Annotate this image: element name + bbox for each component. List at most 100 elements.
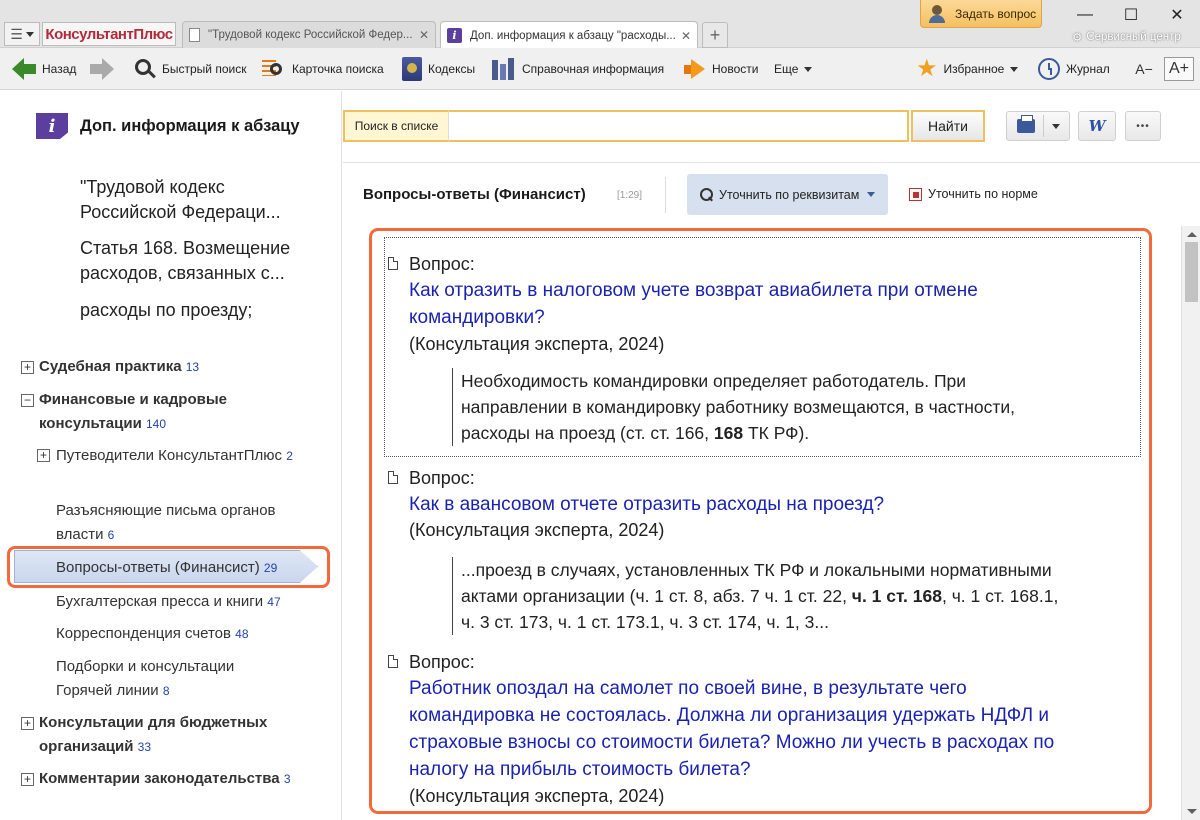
tree-item-account-correspondence[interactable]: Корреспонденция счетов 48: [56, 622, 326, 646]
favorites-button[interactable]: ★ Избранное: [916, 55, 1019, 82]
source-paragraph-link[interactable]: расходы по проезду;: [80, 298, 320, 323]
tree-item-financial-consultations[interactable]: Финансовые и кадровые консультации 140: [39, 388, 289, 436]
journal-button[interactable]: Журнал: [1038, 56, 1110, 82]
results-header: Вопросы-ответы (Финансист) [1:29] Уточни…: [343, 163, 1200, 227]
question-link[interactable]: Как отразить в налоговом учете возврат а…: [409, 277, 1089, 331]
document-icon: [189, 28, 200, 42]
tree-item-qa-financier[interactable]: Вопросы-ответы (Финансист) 29: [56, 556, 326, 580]
search-card-label: Карточка поиска: [292, 62, 384, 76]
norm-icon: [909, 187, 922, 201]
codex-book-icon: [402, 57, 422, 81]
tree-item-law-comments[interactable]: Комментарии законодательства 3: [39, 767, 339, 791]
source-document-link[interactable]: "Трудовой кодекс Российской Федераци...: [80, 175, 320, 225]
close-tab-icon[interactable]: ✕: [419, 28, 429, 42]
books-icon: [492, 58, 516, 80]
tree-item-count: 8: [162, 684, 170, 698]
news-button[interactable]: Новости: [682, 56, 758, 82]
info-icon: i: [36, 113, 68, 139]
find-button[interactable]: Найти: [911, 110, 985, 142]
reference-info-button[interactable]: Справочная информация: [492, 56, 664, 82]
expand-icon[interactable]: +: [21, 773, 34, 786]
back-button[interactable]: Назад: [12, 56, 76, 82]
codexes-label: Кодексы: [428, 62, 476, 76]
export-word-button[interactable]: W: [1078, 111, 1116, 141]
tree-item-label: Корреспонденция счетов: [56, 625, 231, 642]
refine-by-norm-link[interactable]: Уточнить по норме: [909, 187, 1038, 201]
tree-item-count: 47: [267, 595, 281, 609]
tree-item-label: Консультации для бюджетных организаций: [39, 714, 268, 755]
tree-item-count: 13: [185, 360, 200, 374]
more-menu-button[interactable]: Еще: [774, 56, 813, 82]
chevron-down-icon: [1051, 123, 1060, 129]
tab-additional-info[interactable]: i Доп. информация к абзацу "расходы... ✕: [440, 21, 698, 49]
question-label: Вопрос:: [409, 468, 475, 488]
header-divider: [665, 177, 666, 213]
tree-item-budget-consultations[interactable]: Консультации для бюджетных организаций 3…: [39, 711, 309, 759]
tab-label: "Трудовой кодекс Российской Федер...: [208, 29, 413, 41]
collapse-icon[interactable]: −: [21, 394, 34, 407]
expand-icon[interactable]: +: [21, 717, 34, 730]
tree-item-hotline[interactable]: Подборки и консультации Горячей линии 8: [56, 655, 281, 703]
minimize-button[interactable]: —: [1062, 2, 1108, 28]
font-increase-button[interactable]: A+: [1164, 57, 1194, 81]
tree-item-count: 29: [263, 561, 278, 575]
tab-label: Доп. информация к абзацу "расходы...: [470, 29, 675, 42]
tree-item-label: Подборки и консультации Горячей линии: [56, 658, 235, 699]
close-tab-icon[interactable]: ✕: [681, 29, 691, 43]
maximize-button[interactable]: ☐: [1108, 2, 1154, 28]
search-card-button[interactable]: Карточка поиска: [262, 56, 384, 82]
scroll-up-icon[interactable]: [1187, 232, 1197, 237]
more-actions-button[interactable]: •••: [1125, 111, 1161, 141]
service-center-link[interactable]: ⚙ Сервисный центр: [1072, 30, 1181, 44]
question-link[interactable]: Работник опоздал на самолет по своей вин…: [409, 675, 1089, 783]
tree-item-label: Судебная практика: [39, 358, 182, 375]
app-logo[interactable]: КонсультантПлюс: [42, 22, 176, 46]
question-link[interactable]: Как в авансовом отчете отразить расходы …: [409, 491, 1089, 518]
source-article-link[interactable]: Статья 168. Возмещение расходов, связанн…: [80, 236, 320, 286]
star-icon: ★: [916, 55, 938, 82]
reference-info-label: Справочная информация: [522, 62, 665, 76]
scroll-down-icon[interactable]: [1187, 809, 1197, 814]
codexes-button[interactable]: Кодексы: [402, 56, 475, 82]
font-decrease-button[interactable]: A−: [1130, 57, 1158, 81]
print-button[interactable]: [1006, 111, 1070, 141]
chevron-down-icon: [25, 31, 34, 37]
tab-labor-code[interactable]: "Трудовой кодекс Российской Федер... ✕: [182, 21, 436, 48]
question-excerpt: ...проезд в случаях, установленных ТК РФ…: [452, 557, 1072, 635]
question-source: (Консультация эксперта, 2024): [409, 334, 665, 354]
megaphone-icon: [682, 58, 706, 80]
results-range: [1:29]: [617, 190, 643, 201]
refine-by-details-label: Уточнить по реквизитам: [719, 187, 860, 202]
close-window-button[interactable]: ✕: [1154, 2, 1200, 28]
consultant-icon: [927, 4, 949, 24]
title-bar: ☰ КонсультантПлюс "Трудовой кодекс Росси…: [0, 0, 1200, 49]
forward-arrow-icon: [90, 58, 114, 80]
expand-icon[interactable]: +: [21, 361, 34, 374]
clock-icon: [1038, 58, 1060, 80]
tree-item-court-practice[interactable]: Судебная практика 13: [39, 355, 319, 379]
vertical-scrollbar[interactable]: [1181, 226, 1200, 820]
word-icon: W: [1088, 117, 1106, 135]
tree-item-count: 2: [286, 449, 293, 463]
chevron-down-icon: [867, 192, 876, 197]
question-label: Вопрос:: [409, 652, 475, 672]
forward-button[interactable]: [90, 56, 114, 82]
tree-item-count: 48: [235, 627, 249, 641]
main-menu-button[interactable]: ☰: [4, 22, 40, 46]
tree-item-guides[interactable]: Путеводители КонсультантПлюс 2: [56, 444, 306, 468]
quick-search-button[interactable]: Быстрый поиск: [134, 56, 246, 82]
more-dots-icon: •••: [1136, 120, 1150, 132]
results-title: Вопросы-ответы (Финансист): [363, 186, 586, 203]
gear-icon: ⚙: [1072, 32, 1083, 44]
tree-item-explanatory-letters[interactable]: Разъясняющие письма органов власти 6: [56, 499, 321, 547]
tree-item-accounting-press[interactable]: Бухгалтерская пресса и книги 47: [56, 590, 336, 614]
search-input[interactable]: [449, 110, 909, 142]
question-source: (Консультация эксперта, 2024): [409, 786, 665, 806]
tree-item-label: Путеводители КонсультантПлюс: [56, 447, 283, 464]
new-tab-button[interactable]: +: [702, 22, 728, 48]
ask-question-button[interactable]: Задать вопрос: [920, 0, 1042, 28]
expand-icon[interactable]: +: [37, 449, 50, 462]
chevron-down-icon: [1010, 66, 1019, 72]
refine-by-details-button[interactable]: Уточнить по реквизитам: [687, 174, 888, 215]
scroll-thumb[interactable]: [1185, 242, 1198, 302]
